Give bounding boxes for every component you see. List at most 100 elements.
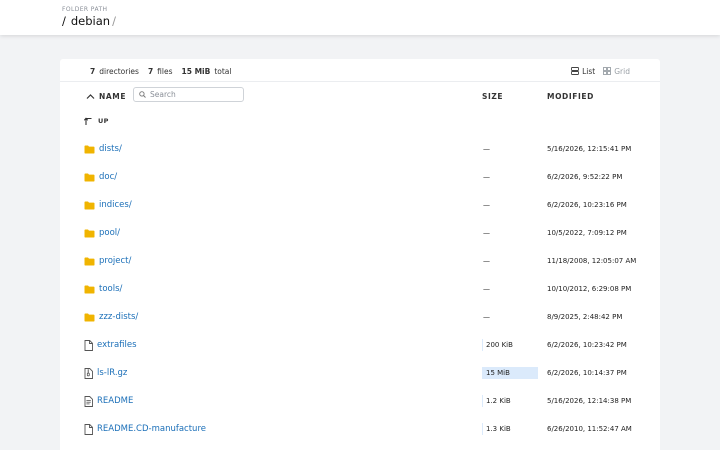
file-name-link[interactable]: extrafiles [84, 339, 137, 351]
breadcrumb-current[interactable]: debian [71, 14, 110, 28]
file-modified: 6/2/2026, 9:52:22 PM [547, 173, 623, 181]
file-name: pool/ [99, 228, 121, 238]
file-modified: 10/5/2022, 7:09:12 PM [547, 229, 627, 237]
folder-path-label: FOLDER PATH [62, 6, 108, 13]
file-name: doc/ [99, 172, 118, 182]
file-name-link[interactable]: tools/ [84, 283, 122, 295]
file-size-text: — [483, 313, 490, 321]
file-size-text: 15 MiB [486, 369, 510, 377]
file-row[interactable]: zzz-dists/ — 8/9/2025, 2:48:42 PM [60, 303, 660, 331]
file-list: dists/ — 5/16/2026, 12:15:41 PM doc/ — 6/2/20… [60, 135, 660, 443]
folder-icon [84, 257, 95, 266]
folder-icon [84, 313, 95, 322]
breadcrumb-root[interactable]: / [62, 14, 66, 28]
file-name-link[interactable]: project/ [84, 255, 131, 267]
file-icon [84, 339, 93, 351]
total-size: 15 MiB [181, 66, 211, 76]
file-icon [84, 423, 93, 435]
file-modified: 6/26/2010, 11:52:47 AM [547, 425, 632, 433]
header-bar: FOLDER PATH / debian / [0, 0, 720, 35]
file-row[interactable]: dists/ — 5/16/2026, 12:15:41 PM [60, 135, 660, 163]
file-name-link[interactable]: ls-lR.gz [84, 367, 127, 379]
file-name-link[interactable]: indices/ [84, 199, 132, 211]
file-name-link[interactable]: dists/ [84, 143, 122, 155]
file-size-text: — [483, 229, 490, 237]
file-size: 200 KiB [482, 339, 513, 351]
file-row[interactable]: pool/ — 10/5/2022, 7:09:12 PM [60, 219, 660, 247]
arrow-up-icon [84, 116, 93, 126]
file-size-text: — [483, 173, 490, 181]
file-size-text: — [483, 257, 490, 265]
dirs-label: directories [99, 66, 139, 76]
file-row[interactable]: README 1.2 KiB 5/16/2026, 12:14:38 PM [60, 387, 660, 415]
file-row[interactable]: project/ — 11/18/2008, 12:05:07 AM [60, 247, 660, 275]
file-name: indices/ [99, 200, 132, 210]
folder-icon [84, 229, 95, 238]
folder-icon [84, 285, 95, 294]
folder-icon [84, 201, 95, 210]
file-size-text: 200 KiB [486, 341, 513, 349]
file-modified: 5/16/2026, 12:14:38 PM [547, 397, 632, 405]
parent-directory-link[interactable]: UP [84, 115, 109, 127]
files-label: files [157, 66, 173, 76]
list-view-button[interactable]: List [571, 67, 595, 76]
file-name: README.CD-manufacture [97, 424, 206, 434]
breadcrumb: / debian / [62, 14, 116, 28]
modified-column-header[interactable]: MODIFIED [547, 90, 594, 102]
file-size-text: 1.3 KiB [486, 425, 511, 433]
grid-icon [603, 67, 612, 75]
file-size: — [482, 283, 490, 295]
grid-view-button[interactable]: Grid [603, 67, 630, 76]
file-modified: 6/2/2026, 10:23:42 PM [547, 341, 627, 349]
search-box[interactable] [133, 87, 244, 102]
file-name-link[interactable]: pool/ [84, 227, 120, 239]
file-row[interactable]: extrafiles 200 KiB 6/2/2026, 10:23:42 PM [60, 331, 660, 359]
file-size-text: — [483, 285, 490, 293]
file-name: zzz-dists/ [99, 312, 139, 322]
text-file-icon [84, 395, 93, 407]
file-name: extrafiles [97, 340, 137, 350]
file-name-link[interactable]: zzz-dists/ [84, 311, 138, 323]
files-count: 7 [147, 66, 154, 76]
sort-ascending-icon [86, 93, 95, 100]
dirs-count: 7 [90, 66, 96, 76]
panel-divider [60, 81, 660, 82]
file-modified: 11/18/2008, 12:05:07 AM [547, 257, 637, 265]
file-size: — [482, 143, 490, 155]
name-column-header[interactable]: NAME [86, 90, 126, 102]
search-icon [139, 91, 146, 98]
file-size-text: 1.2 KiB [486, 397, 511, 405]
list-view-label: List [582, 66, 596, 76]
total-label: total [214, 66, 232, 76]
file-size-text: — [483, 145, 490, 153]
file-modified: 6/2/2026, 10:14:37 PM [547, 369, 627, 377]
archive-file-icon [84, 367, 93, 379]
listing-summary: 7 directories 7 files 15 MiB total [90, 65, 231, 77]
file-row[interactable]: doc/ — 6/2/2026, 9:52:22 PM [60, 163, 660, 191]
file-size: — [482, 199, 490, 211]
file-name-link[interactable]: README.CD-manufacture [84, 423, 206, 435]
file-name-link[interactable]: README [84, 395, 133, 407]
name-column-label: NAME [99, 91, 127, 101]
file-row[interactable]: tools/ — 10/10/2012, 6:29:08 PM [60, 275, 660, 303]
file-modified: 8/9/2025, 2:48:42 PM [547, 313, 623, 321]
file-size: 15 MiB [482, 367, 538, 379]
list-icon [571, 67, 580, 75]
file-size: 1.2 KiB [482, 395, 511, 407]
file-row[interactable]: indices/ — 6/2/2026, 10:23:16 PM [60, 191, 660, 219]
file-size-text: — [483, 201, 490, 209]
file-modified: 6/2/2026, 10:23:16 PM [547, 201, 627, 209]
file-name: tools/ [99, 284, 123, 294]
file-row[interactable]: ls-lR.gz 15 MiB 6/2/2026, 10:14:37 PM [60, 359, 660, 387]
search-input[interactable] [150, 90, 240, 99]
file-size: — [482, 171, 490, 183]
file-size: — [482, 311, 490, 323]
file-name: project/ [99, 256, 132, 266]
size-column-header[interactable]: SIZE [482, 90, 503, 102]
file-size: — [482, 227, 490, 239]
file-name-link[interactable]: doc/ [84, 171, 117, 183]
file-modified: 10/10/2012, 6:29:08 PM [547, 285, 632, 293]
file-size: — [482, 255, 490, 267]
file-size: 1.3 KiB [482, 423, 511, 435]
file-row[interactable]: README.CD-manufacture 1.3 KiB 6/26/2010, 1… [60, 415, 660, 443]
